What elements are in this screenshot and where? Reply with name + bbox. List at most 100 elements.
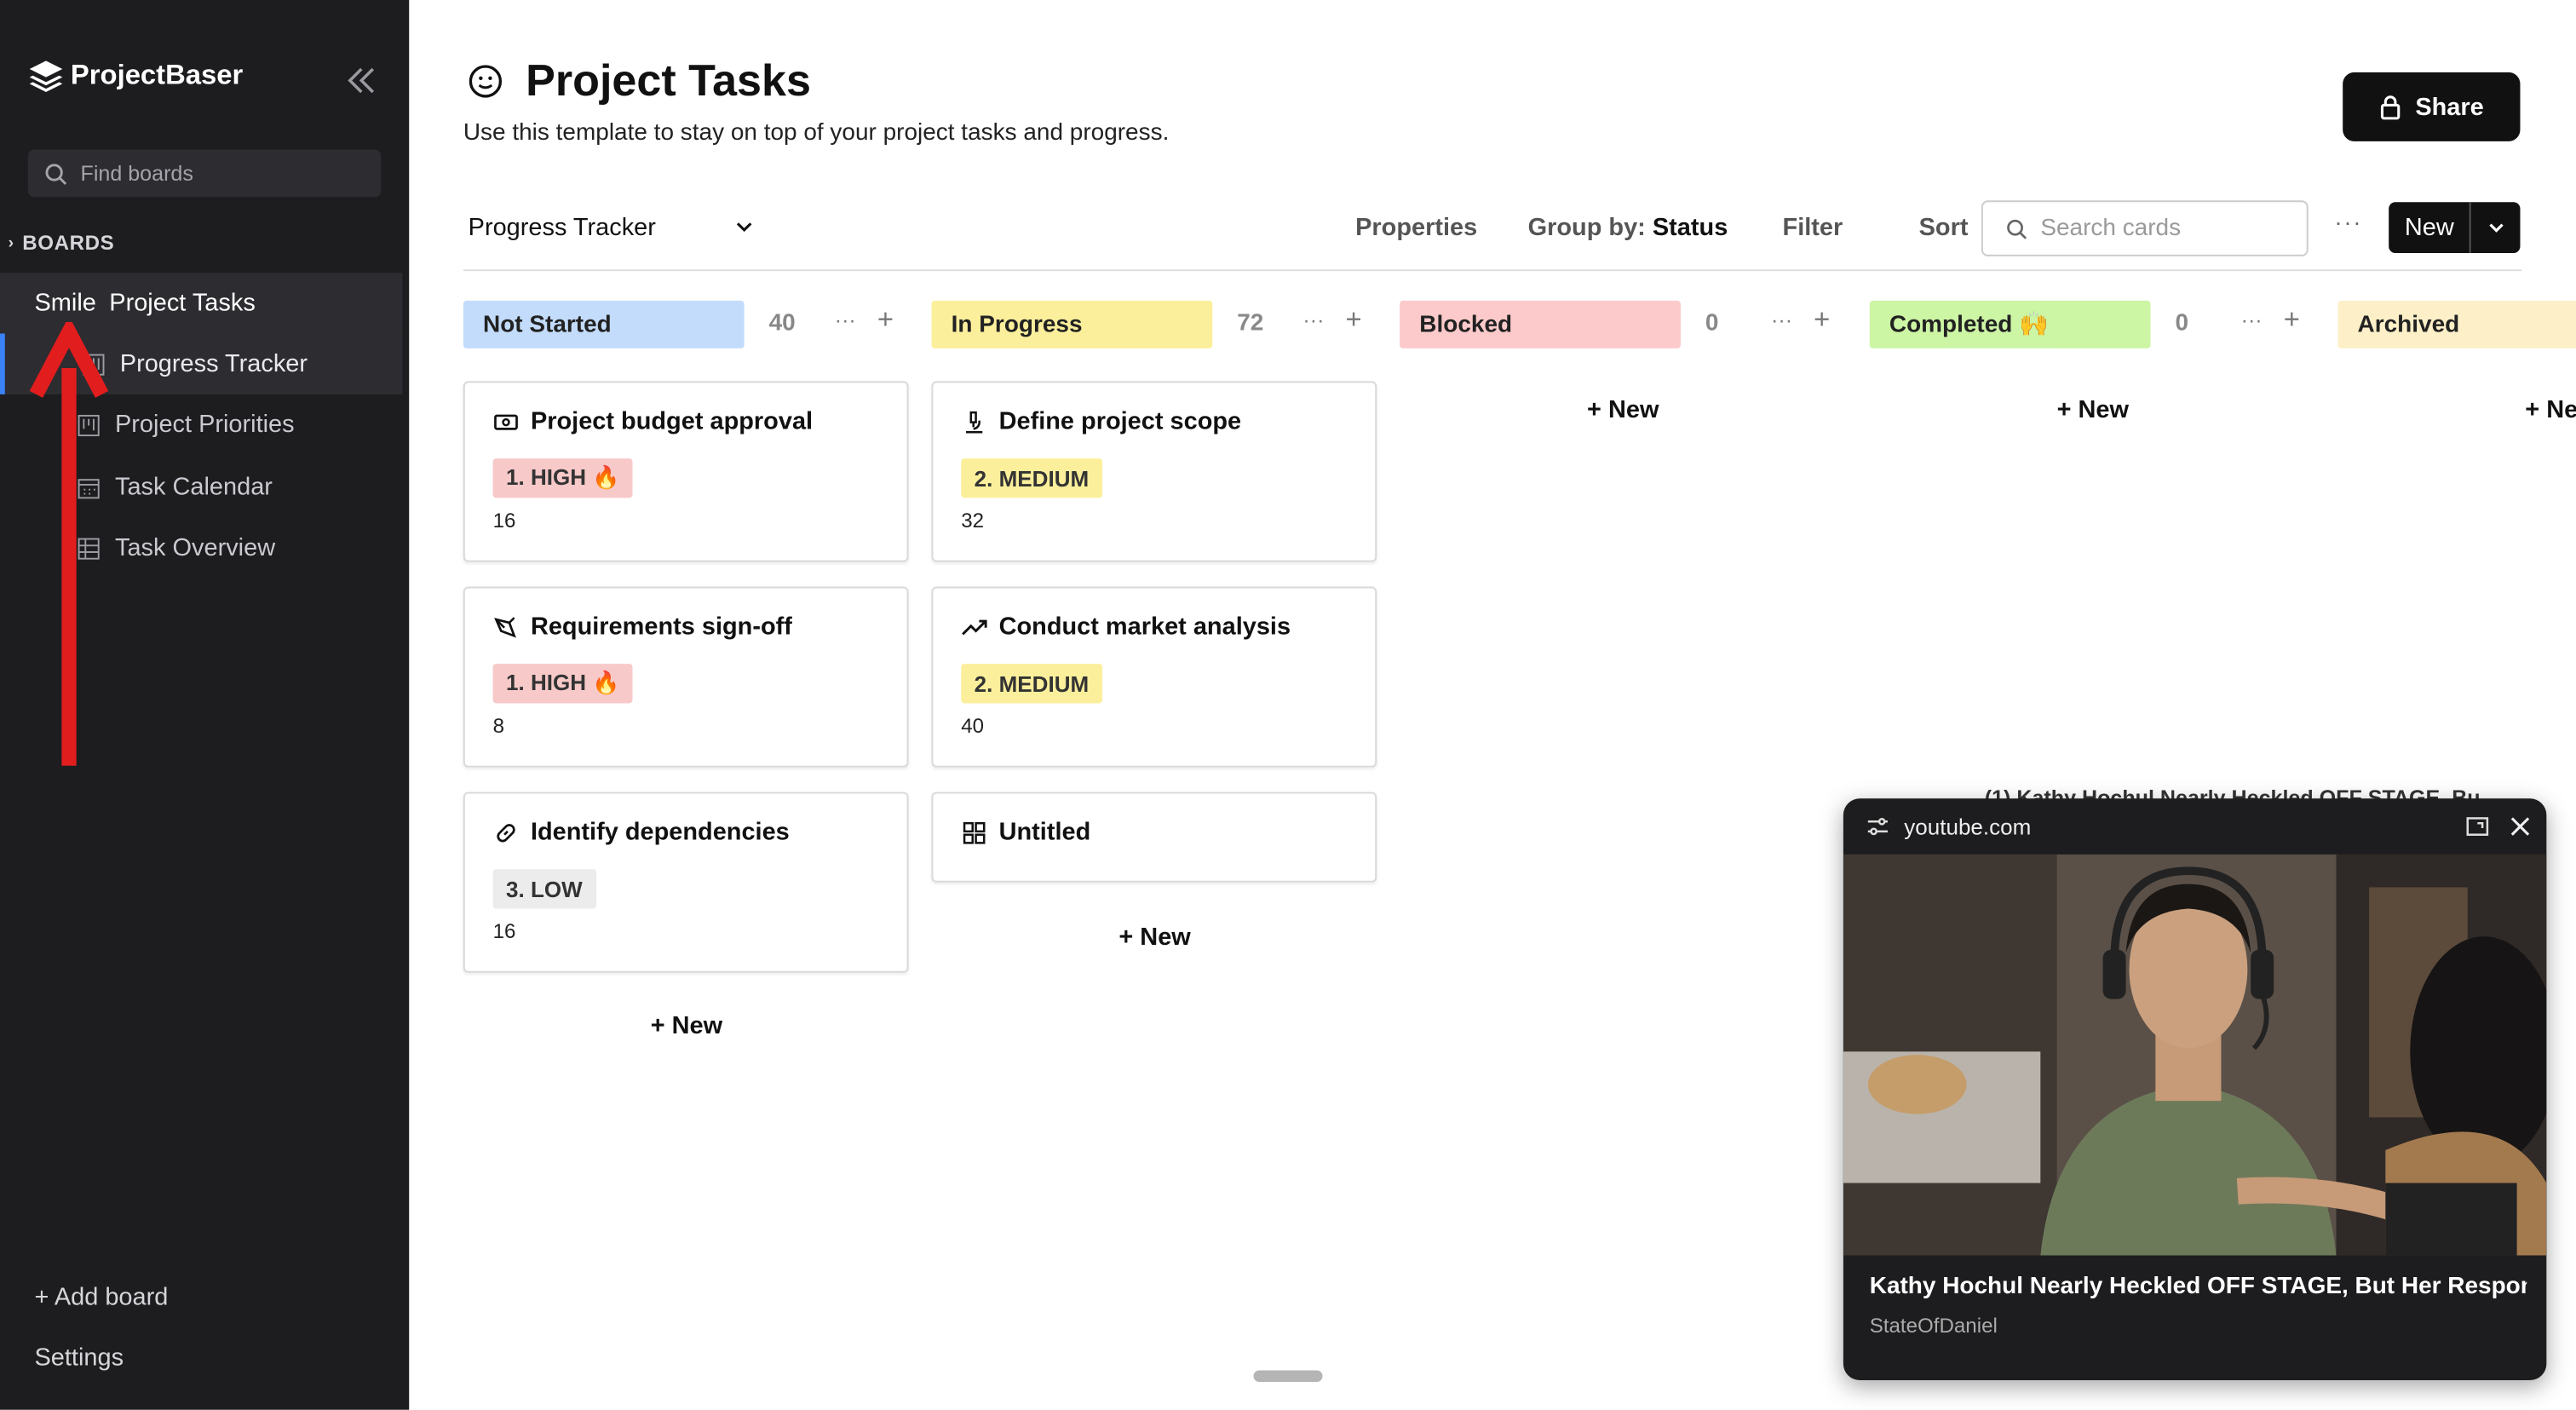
card[interactable]: Define project scope 2. MEDIUM 32 xyxy=(931,381,1377,562)
view-label: Task Calendar xyxy=(115,473,273,502)
search-icon xyxy=(45,163,67,185)
app-name: ProjectBaser xyxy=(70,59,244,91)
video-frame[interactable] xyxy=(1843,854,2547,1256)
column-header-pill[interactable]: Not Started xyxy=(463,300,745,348)
column-header-pill[interactable]: Blocked xyxy=(1400,300,1681,348)
board-icon-label: Smile xyxy=(34,289,96,318)
column-new-button[interactable]: + New xyxy=(2057,396,2129,424)
grid-icon xyxy=(963,821,986,843)
column-more-button[interactable]: ··· xyxy=(1771,308,1792,332)
column-more-button[interactable]: ··· xyxy=(835,308,856,332)
boards-section-header[interactable]: › BOARDS xyxy=(9,232,115,255)
column-new-button[interactable]: + New xyxy=(1587,396,1659,424)
video-thumbnail xyxy=(1843,854,2547,1256)
lock-icon xyxy=(2381,95,2401,120)
page-title[interactable]: Project Tasks xyxy=(526,56,811,107)
column-completed: Completed 🙌 0 ··· + + New xyxy=(1869,300,2315,424)
column-more-button[interactable]: ··· xyxy=(1302,308,1324,332)
more-options-button[interactable]: ··· xyxy=(2335,209,2363,235)
smile-icon[interactable] xyxy=(469,64,503,99)
pip-domain: youtube.com xyxy=(1904,814,2032,839)
card[interactable]: Conduct market analysis 2. MEDIUM 40 xyxy=(931,586,1377,768)
column-not-started: Not Started 40 ··· + Project budget appr… xyxy=(463,300,909,1040)
card[interactable]: Requirements sign-off 1. HIGH 🔥 8 xyxy=(463,586,909,768)
site-settings-icon[interactable] xyxy=(1866,815,1889,838)
new-card-button-group: New xyxy=(2389,202,2521,254)
column-new-button[interactable]: + New xyxy=(1118,924,1190,952)
search-icon xyxy=(2007,218,2027,239)
priority-badge: 1. HIGH 🔥 xyxy=(492,664,634,704)
filter-button[interactable]: Filter xyxy=(1783,214,1843,242)
column-count: 0 xyxy=(2175,310,2189,337)
view-label: Task Overview xyxy=(115,533,276,562)
pen-icon xyxy=(494,616,516,637)
chevron-down-icon xyxy=(2488,223,2504,233)
view-label: Progress Tracker xyxy=(119,349,308,378)
card-value: 16 xyxy=(492,509,516,532)
column-add-button[interactable]: + xyxy=(1814,304,1830,337)
column-new-button[interactable]: + New xyxy=(651,1012,722,1040)
boards-header-label: BOARDS xyxy=(22,231,115,255)
app-logo[interactable]: ProjectBaser xyxy=(28,59,244,93)
new-card-dropdown[interactable] xyxy=(2471,202,2520,253)
column-add-button[interactable]: + xyxy=(1346,304,1362,337)
properties-button[interactable]: Properties xyxy=(1355,214,1477,242)
red-arrow-annotation xyxy=(29,322,109,766)
expand-icon[interactable] xyxy=(2466,815,2489,838)
card-title: Requirements sign-off xyxy=(530,613,792,642)
close-icon[interactable] xyxy=(2510,817,2530,837)
column-add-button[interactable]: + xyxy=(877,304,894,337)
column-header-pill[interactable]: Archived xyxy=(2337,300,2576,348)
card-value: 16 xyxy=(492,920,516,944)
board-name: Project Tasks xyxy=(109,289,256,318)
trend-icon xyxy=(962,619,987,635)
settings-link[interactable]: Settings xyxy=(35,1344,124,1373)
card-title: Conduct market analysis xyxy=(998,613,1291,642)
pip-video-player[interactable]: youtube.com Kathy Hochul Nearly Heckled … xyxy=(1843,798,2547,1381)
video-channel[interactable]: StateOfDaniel xyxy=(1870,1315,1998,1338)
add-board-button[interactable]: + Add board xyxy=(35,1283,169,1311)
search-cards-field[interactable] xyxy=(1981,200,2309,256)
video-title[interactable]: Kathy Hochul Nearly Heckled OFF STAGE, B… xyxy=(1870,1274,2527,1300)
card-title: Define project scope xyxy=(998,407,1242,436)
card-title: Untitled xyxy=(998,818,1091,847)
column-count: 40 xyxy=(768,310,796,337)
column-header-pill[interactable]: Completed 🙌 xyxy=(1869,300,2151,348)
chevron-down-icon xyxy=(736,222,752,233)
column-header-pill[interactable]: In Progress xyxy=(931,300,1213,348)
column-more-button[interactable]: ··· xyxy=(2241,308,2263,332)
card-value: 32 xyxy=(961,509,985,532)
chevron-right-icon: › xyxy=(8,233,14,253)
column-add-button[interactable]: + xyxy=(2284,304,2300,337)
search-cards-input[interactable] xyxy=(2037,213,2291,244)
sidebar: ProjectBaser › BOARDS Smile Project Task… xyxy=(0,0,410,1410)
view-label: Project Priorities xyxy=(115,411,295,439)
find-boards-field[interactable] xyxy=(27,149,382,198)
page-subtitle[interactable]: Use this template to stay on top of your… xyxy=(463,120,1169,147)
column-new-button[interactable]: + Ne xyxy=(2525,396,2576,424)
column-blocked: Blocked 0 ··· + + New xyxy=(1400,300,1845,424)
card[interactable]: Project budget approval 1. HIGH 🔥 16 xyxy=(463,381,909,562)
card[interactable]: Untitled xyxy=(931,791,1377,883)
priority-badge: 2. MEDIUM xyxy=(961,664,1102,704)
view-selector[interactable]: Progress Tracker xyxy=(469,214,764,242)
sort-button[interactable]: Sort xyxy=(1919,214,1969,242)
column-archived: Archived + Ne xyxy=(2337,300,2576,449)
board-toolbar: Progress Tracker Properties Group by: St… xyxy=(463,200,2522,272)
logo-icon xyxy=(29,60,63,93)
find-boards-input[interactable] xyxy=(77,159,380,187)
priority-badge: 1. HIGH 🔥 xyxy=(492,458,634,498)
new-card-button[interactable]: New xyxy=(2389,202,2472,254)
collapse-sidebar-icon[interactable] xyxy=(343,66,379,95)
column-in-progress: In Progress 72 ··· + Define project scop… xyxy=(931,300,1377,952)
column-count: 72 xyxy=(1237,310,1264,337)
card-title: Project budget approval xyxy=(530,407,814,436)
group-by-value: Status xyxy=(1652,213,1728,242)
card-value: 40 xyxy=(961,714,985,738)
group-by-button[interactable]: Group by: Status xyxy=(1528,214,1728,242)
home-indicator[interactable] xyxy=(1253,1370,1323,1382)
card[interactable]: Identify dependencies 3. LOW 16 xyxy=(463,791,909,973)
money-icon xyxy=(494,413,518,429)
priority-badge: 2. MEDIUM xyxy=(961,458,1102,498)
share-button[interactable]: Share xyxy=(2343,72,2521,141)
